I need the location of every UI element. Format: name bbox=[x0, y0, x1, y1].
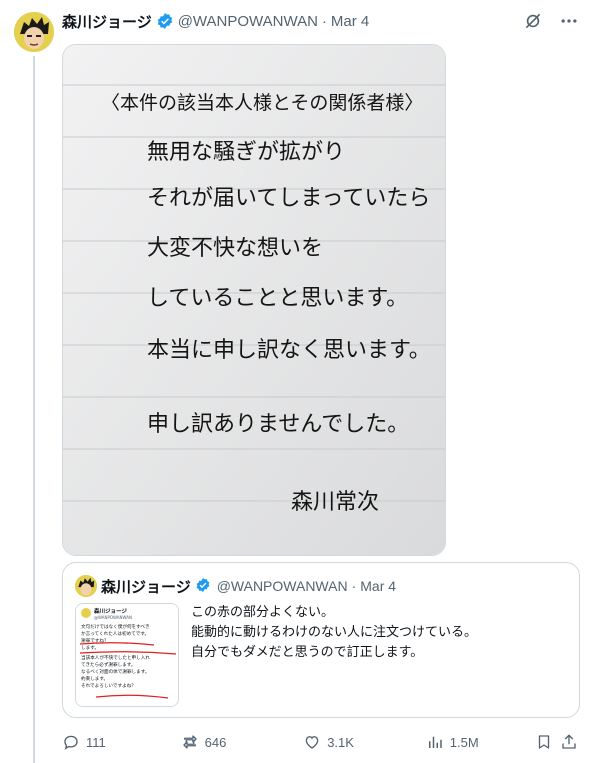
top-actions bbox=[522, 10, 580, 32]
letter-line: 本当に申し訳なく思います。 bbox=[147, 338, 431, 363]
thumb-line: 文句だけではなく僕が何をすべき bbox=[81, 623, 150, 630]
thumb-line: 当該本人が不快でしたと申し入れ bbox=[81, 654, 150, 661]
heart-icon bbox=[305, 736, 319, 749]
letter-line: していることと思います。 bbox=[147, 286, 408, 311]
signature: 森川常次 bbox=[291, 490, 379, 515]
author-handle[interactable]: @WANPOWANWAN bbox=[178, 13, 318, 30]
reply-icon bbox=[64, 735, 78, 750]
share-icon bbox=[562, 734, 576, 749]
like-count: 3.1K bbox=[327, 734, 354, 750]
letter-line: 無用な騒ぎが拡がり bbox=[147, 140, 345, 165]
thumb-line: 約束します。 bbox=[81, 675, 108, 682]
views-button[interactable]: 1.5M bbox=[426, 733, 535, 751]
quote-text-line: 能動的に動けるわけのない人に注文つけている。 bbox=[191, 625, 478, 640]
letter-line: 大変不快な想いを bbox=[147, 236, 323, 261]
like-button[interactable]: 3.1K bbox=[303, 733, 426, 751]
thumb-line: なるべく対面の体で謝罪します。 bbox=[81, 668, 149, 675]
quote-text-line: 自分でもダメだと思うので訂正します。 bbox=[191, 645, 424, 660]
post-date[interactable]: Mar 4 bbox=[331, 13, 369, 30]
letter-line: それが届いてしまっていたら bbox=[147, 186, 430, 211]
letter-line: 〈本件の該当本人様とその関係者様〉 bbox=[101, 92, 423, 114]
bookmark-button[interactable] bbox=[535, 733, 561, 751]
quote-header: 森川ジョージ @WANPOWANWAN · Mar 4 bbox=[75, 575, 396, 597]
repost-icon bbox=[182, 735, 197, 749]
thumb-line: てきたら必ず謝罪します。 bbox=[81, 661, 136, 668]
thumb-line: か言ってくれた人は初めてです。 bbox=[81, 630, 149, 637]
verified-badge-icon bbox=[195, 577, 213, 595]
quote-text-line: この赤の部分よくない。 bbox=[191, 605, 335, 620]
bookmark-icon bbox=[538, 735, 549, 749]
repost-count: 646 bbox=[204, 734, 227, 750]
quote-author-name: 森川ジョージ bbox=[101, 577, 191, 596]
quote-avatar bbox=[75, 575, 97, 597]
repost-button[interactable]: 646 bbox=[181, 733, 304, 751]
action-bar: 111 646 3.1K 1.5M bbox=[62, 728, 582, 756]
thread-line bbox=[33, 56, 35, 763]
views-icon bbox=[428, 736, 442, 748]
avatar[interactable] bbox=[14, 12, 54, 52]
thumb-line: それでよろしいですよね？ bbox=[81, 682, 136, 689]
quote-date: Mar 4 bbox=[360, 578, 397, 594]
thumb-name: 森川ジョージ bbox=[93, 607, 127, 615]
more-icon[interactable] bbox=[558, 10, 580, 32]
grok-icon[interactable] bbox=[522, 10, 544, 32]
verified-badge-icon bbox=[156, 12, 174, 30]
reply-count: 111 bbox=[86, 734, 106, 750]
letter-line: 申し訳ありませんでした。 bbox=[147, 412, 409, 437]
tweet-header: 森川ジョージ @WANPOWANWAN · Mar 4 bbox=[62, 10, 369, 32]
quote-text: この赤の部分よくない。 能動的に動けるわけのない人に注文つけている。 自分でもダ… bbox=[191, 603, 571, 663]
author-name[interactable]: 森川ジョージ bbox=[62, 11, 152, 32]
quote-thumbnail[interactable]: 森川ジョージ @WANPOWANWAN 文句だけではなく僕が何をすべき か言って… bbox=[75, 603, 179, 707]
tweet: 森川ジョージ @WANPOWANWAN · Mar 4 〈本件の該当本人様とその… bbox=[0, 0, 594, 763]
quote-author-handle: @WANPOWANWAN bbox=[216, 578, 348, 594]
share-button[interactable] bbox=[560, 733, 582, 751]
quoted-tweet[interactable]: 森川ジョージ @WANPOWANWAN · Mar 4 森川ジョージ @WANP… bbox=[62, 562, 580, 718]
views-count: 1.5M bbox=[449, 734, 479, 750]
thumb-line: します。 bbox=[81, 644, 99, 651]
separator-dot: · bbox=[321, 12, 327, 30]
thumb-handle: @WANPOWANWAN bbox=[94, 615, 132, 620]
handwritten-letter-image: 〈本件の該当本人様とその関係者様〉 無用な騒ぎが拡がり それが届いてしまっていた… bbox=[63, 45, 445, 555]
tweet-image[interactable]: 〈本件の該当本人様とその関係者様〉 無用な騒ぎが拡がり それが届いてしまっていた… bbox=[62, 44, 446, 556]
reply-button[interactable]: 111 bbox=[62, 733, 181, 751]
separator-dot: · bbox=[351, 578, 357, 594]
